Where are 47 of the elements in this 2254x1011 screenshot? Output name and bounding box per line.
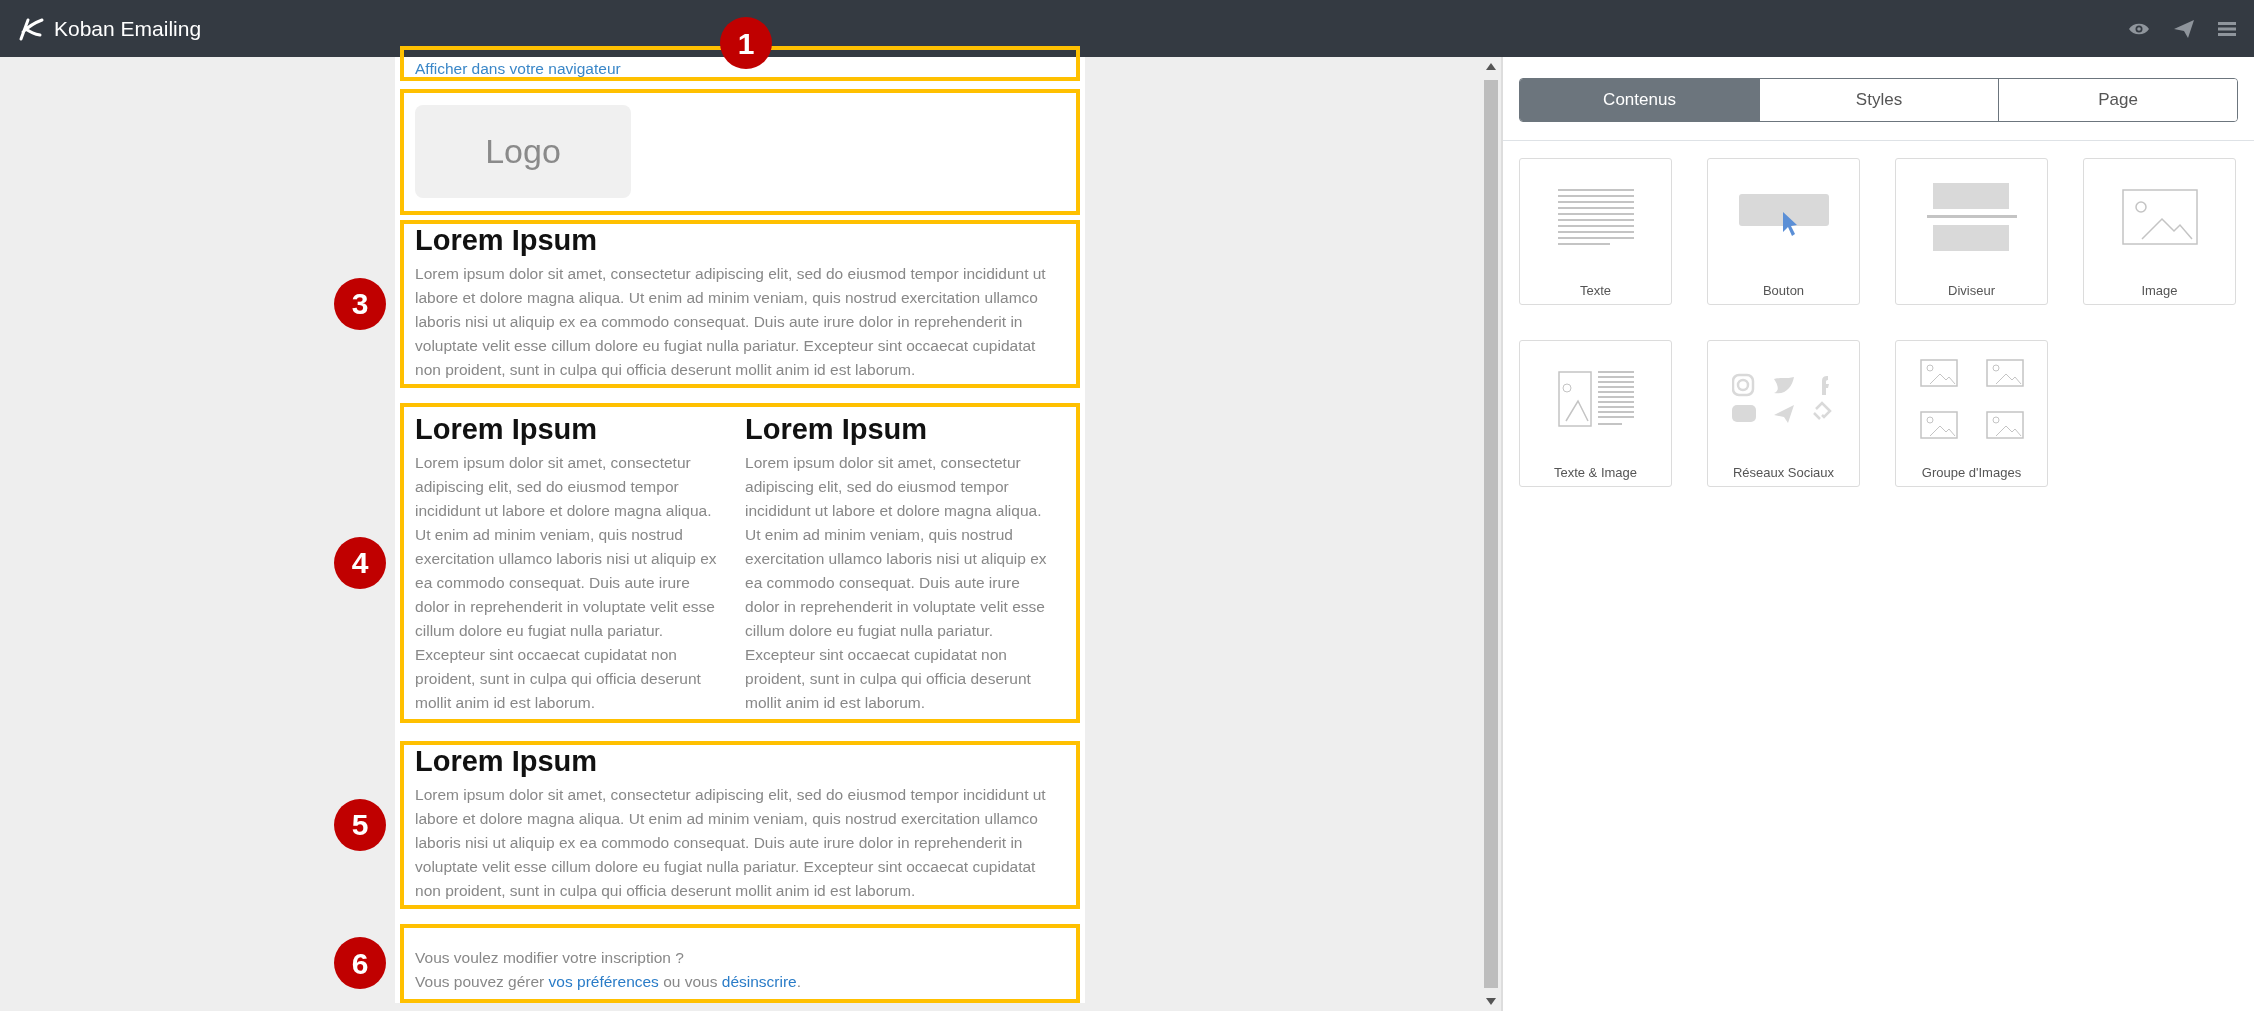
scrollbar[interactable] [1480, 57, 1502, 1011]
image-icon [2121, 189, 2198, 245]
section-heading: Lorem Ipsum [415, 412, 599, 445]
content-block-tile[interactable]: Diviseur [1895, 158, 2048, 305]
preview-eye-icon[interactable] [2128, 21, 2150, 36]
text-image-icon [1557, 371, 1634, 427]
content-block-tile[interactable]: Groupe d'Images [1895, 340, 2048, 487]
menu-icon[interactable] [2218, 20, 2236, 37]
section-heading: Lorem Ipsum [415, 223, 599, 256]
logo-text: Logo [485, 131, 561, 172]
content-block-tile[interactable]: Image [2083, 158, 2236, 305]
text-lines-icon [1557, 189, 1634, 245]
body-paragraph: Lorem ipsum dolor sit amet, consectetur adipiscing elit, sed do eiusmod tempor incididunt ut labore et dolore magna aliqua. Ut enim ad minim veniam, quis nostrud exercitation ullamco laboris nisi ut aliquip ex ea commodo consequat. Duis aute irure dolor in reprehenderit in voluptate velit esse cillum dolore eu fugiat nulla pariatur. Excepteur sint occaecat cupidatat non proident, sunt in culpa qui officia deserunt mollit anim id est laborum. [415, 784, 1047, 901]
tile-label: Image [2141, 282, 2178, 300]
scroll-up-icon[interactable] [1485, 63, 1496, 70]
view-in-browser-link[interactable]: Afficher dans votre navigateur [415, 60, 621, 77]
tile-label: Texte & Image [1553, 464, 1638, 482]
step-marker: 5 [334, 798, 387, 851]
body-paragraph: Lorem ipsum dolor sit amet, consectetur adipiscing elit, sed do eiusmod tempor incididunt ut labore et dolore magna aliqua. Ut enim ad minim veniam, quis nostrud exercitation ullamco laboris nisi ut aliquip ex ea commodo consequat. Duis aute irure dolor in reprehenderit in voluptate velit esse cillum dolore eu fugiat nulla pariatur. Excepteur sint occaecat cupidatat non proident, sunt in culpa qui officia deserunt mollit anim id est laborum. [415, 452, 718, 713]
step-marker: 3 [334, 277, 387, 330]
footer-link[interactable]: vos préférences [548, 972, 659, 990]
step-marker: 6 [334, 937, 387, 990]
tile-label: Réseaux Sociaux [1732, 464, 1835, 482]
send-icon[interactable] [2174, 19, 2194, 38]
footer-text: Vous voulez modifier votre inscription ? [415, 947, 685, 968]
panel-tab[interactable]: Page [1998, 79, 2237, 121]
app-title: Koban Emailing [54, 15, 202, 42]
tile-label: Texte [1579, 282, 1612, 300]
divider-icon [1926, 183, 2017, 251]
body-paragraph: Lorem ipsum dolor sit amet, consectetur adipiscing elit, sed do eiusmod tempor incididunt ut labore et dolore magna aliqua. Ut enim ad minim veniam, quis nostrud exercitation ullamco laboris nisi ut aliquip ex ea commodo consequat. Duis aute irure dolor in reprehenderit in voluptate velit esse cillum dolore eu fugiat nulla pariatur. Excepteur sint occaecat cupidatat non proident, sunt in culpa qui officia deserunt mollit anim id est laborum. [745, 452, 1048, 713]
body-paragraph: Lorem ipsum dolor sit amet, consectetur adipiscing elit, sed do eiusmod tempor incididunt ut labore et dolore magna aliqua. Ut enim ad minim veniam, quis nostrud exercitation ullamco laboris nisi ut aliquip ex ea commodo consequat. Duis aute irure dolor in reprehenderit in voluptate velit esse cillum dolore eu fugiat nulla pariatur. Excepteur sint occaecat cupidatat non proident, sunt in culpa qui officia deserunt mollit anim id est laborum. [415, 263, 1047, 380]
section-heading: Lorem Ipsum [745, 412, 929, 445]
footer-link[interactable]: désinscrire [721, 972, 797, 990]
content-block-tile[interactable]: Bouton [1707, 158, 1860, 305]
scroll-down-icon[interactable] [1485, 998, 1496, 1005]
section-heading: Lorem Ipsum [415, 744, 599, 777]
tile-label: Diviseur [1948, 282, 1995, 300]
step-marker: 4 [334, 536, 387, 589]
content-block-tile[interactable]: Texte [1519, 158, 1672, 305]
tile-label: Bouton [1762, 282, 1805, 300]
scrollbar-thumb[interactable] [1483, 80, 1498, 988]
content-block-tile[interactable]: Réseaux Sociaux [1707, 340, 1860, 487]
logo-icon [18, 16, 44, 41]
content-block-tile[interactable]: Texte & Image [1519, 340, 1672, 487]
panel-tab[interactable]: Contenus [1520, 79, 1759, 121]
tile-label: Groupe d'Images [1921, 464, 2022, 482]
footer-text: Vous pouvez gérer vos préférences ou vous désinscrire. [415, 971, 803, 992]
